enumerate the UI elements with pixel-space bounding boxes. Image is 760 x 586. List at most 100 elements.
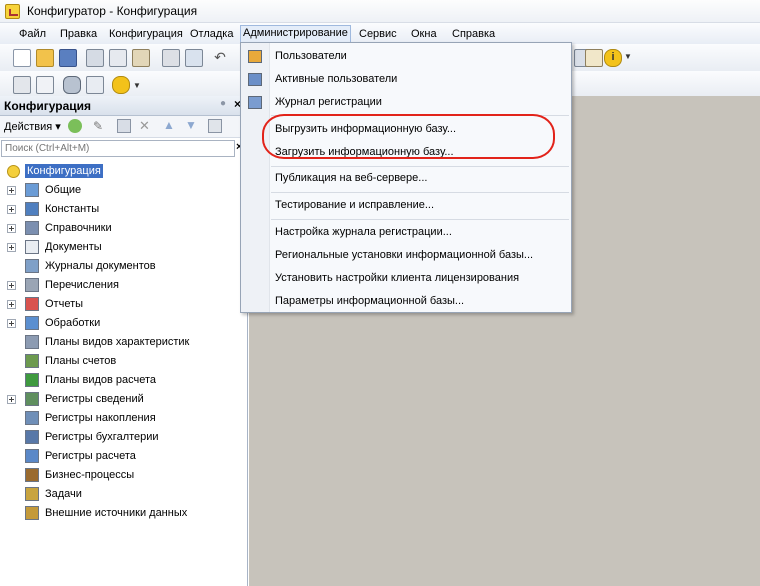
- copy-item-icon[interactable]: [117, 119, 131, 133]
- tree-item[interactable]: Бизнес-процессы: [0, 466, 248, 485]
- database-icon[interactable]: [63, 76, 81, 94]
- calculator-icon[interactable]: [36, 76, 54, 94]
- actions-menu[interactable]: Действия ▾: [4, 120, 61, 133]
- move-down-icon[interactable]: ▼: [185, 118, 197, 132]
- window-icon[interactable]: [13, 76, 31, 94]
- tree-item[interactable]: Регистры накопления: [0, 409, 248, 428]
- undo-icon[interactable]: ↶: [212, 49, 228, 65]
- expand-icon[interactable]: [7, 395, 16, 404]
- document-journals-icon: [25, 259, 39, 273]
- expand-icon[interactable]: [7, 300, 16, 309]
- search-input[interactable]: [2, 141, 236, 156]
- expand-icon[interactable]: [7, 319, 16, 328]
- tree-item[interactable]: Отчеты: [0, 295, 248, 314]
- add-icon[interactable]: [68, 119, 82, 133]
- edit-icon[interactable]: ✎: [93, 119, 107, 133]
- tree-item[interactable]: Регистры бухгалтерии: [0, 428, 248, 447]
- tree-item-label: Регистры сведений: [45, 393, 144, 405]
- move-up-icon[interactable]: ▲: [163, 118, 175, 132]
- delete-icon[interactable]: ✕: [139, 118, 150, 134]
- journal-icon: [248, 96, 262, 109]
- menu-separator: [271, 192, 569, 193]
- tree-item[interactable]: Планы видов расчета: [0, 371, 248, 390]
- open-folder-icon[interactable]: [36, 49, 54, 67]
- new-document-icon[interactable]: [13, 49, 31, 67]
- chevron-down-icon[interactable]: ▼: [133, 82, 141, 90]
- save-icon[interactable]: [59, 49, 77, 67]
- menu-configuration[interactable]: Конфигурация: [107, 26, 185, 42]
- menu-help[interactable]: Справка: [450, 26, 497, 42]
- print-icon[interactable]: [162, 49, 180, 67]
- search-box[interactable]: [1, 140, 236, 157]
- menu-edit[interactable]: Правка: [58, 26, 99, 42]
- tree-item[interactable]: Задачи: [0, 485, 248, 504]
- chevron-down-icon[interactable]: ▼: [624, 53, 632, 61]
- tree-root[interactable]: Конфигурация: [0, 162, 248, 181]
- menu-item-license-client-settings[interactable]: Установить настройки клиента лицензирова…: [241, 268, 571, 290]
- menu-administration[interactable]: Администрирование: [240, 25, 351, 43]
- accumulation-registers-icon: [25, 411, 39, 425]
- tree-item-label: Отчеты: [45, 298, 84, 310]
- information-registers-icon: [25, 392, 39, 406]
- tree-item[interactable]: Справочники: [0, 219, 248, 238]
- expand-icon[interactable]: [7, 224, 16, 233]
- menu-file[interactable]: Файл: [17, 26, 48, 42]
- expand-icon[interactable]: [7, 281, 16, 290]
- tree-item[interactable]: Журналы документов: [0, 257, 248, 276]
- tree-item[interactable]: Обработки: [0, 314, 248, 333]
- tree-item[interactable]: Документы: [0, 238, 248, 257]
- preview-icon[interactable]: [185, 49, 203, 67]
- run-debug-icon[interactable]: [112, 76, 130, 94]
- tree-item-label: Журналы документов: [45, 260, 156, 272]
- cut-icon[interactable]: [86, 49, 104, 67]
- enums-icon: [25, 278, 39, 292]
- expand-icon[interactable]: [7, 243, 16, 252]
- menu-item-active-users[interactable]: Активные пользователи: [241, 69, 571, 91]
- user-icon: [248, 50, 262, 63]
- menu-bar: Файл Правка Конфигурация Отладка Админис…: [0, 23, 760, 44]
- menu-item-label: Тестирование и исправление...: [275, 199, 435, 211]
- menu-item-label: Региональные установки информационной ба…: [275, 249, 534, 261]
- tree-item[interactable]: Планы видов характеристик: [0, 333, 248, 352]
- menu-windows[interactable]: Окна: [409, 26, 439, 42]
- business-processes-icon: [25, 468, 39, 482]
- menu-item-event-log-settings[interactable]: Настройка журнала регистрации...: [241, 222, 571, 244]
- menu-item-test-and-repair[interactable]: Тестирование и исправление...: [241, 195, 571, 217]
- tree-item[interactable]: Внешние источники данных: [0, 504, 248, 523]
- menu-item-label: Публикация на веб-сервере...: [275, 172, 428, 184]
- data-processors-icon: [25, 316, 39, 330]
- tree-item[interactable]: Константы: [0, 200, 248, 219]
- external-data-sources-icon: [25, 506, 39, 520]
- menu-item-web-publication[interactable]: Публикация на веб-сервере...: [241, 168, 571, 190]
- tree-item-label: Обработки: [45, 317, 101, 329]
- sort-icon[interactable]: [208, 119, 222, 133]
- tree-item[interactable]: Планы счетов: [0, 352, 248, 371]
- tree-item-label: Планы видов характеристик: [45, 336, 190, 348]
- tree-item[interactable]: Регистры расчета: [0, 447, 248, 466]
- menu-item-users[interactable]: Пользователи: [241, 46, 571, 68]
- expand-icon[interactable]: [7, 186, 16, 195]
- calculation-registers-icon: [25, 449, 39, 463]
- menu-item-event-log[interactable]: Журнал регистрации: [241, 92, 571, 114]
- tree-item[interactable]: Перечисления: [0, 276, 248, 295]
- expand-icon[interactable]: [7, 205, 16, 214]
- active-users-icon: [248, 73, 262, 86]
- menu-item-infobase-parameters[interactable]: Параметры информационной базы...: [241, 291, 571, 313]
- tasks-icon: [25, 487, 39, 501]
- paste-icon[interactable]: [132, 49, 150, 67]
- menu-debug[interactable]: Отладка: [188, 26, 235, 42]
- tree-item[interactable]: Регистры сведений: [0, 390, 248, 409]
- common-icon: [25, 183, 39, 197]
- menu-item-regional-settings[interactable]: Региональные установки информационной ба…: [241, 245, 571, 267]
- copy-icon[interactable]: [109, 49, 127, 67]
- info-icon[interactable]: i: [604, 49, 622, 67]
- tree-item-label: Задачи: [45, 488, 82, 500]
- tree-item-label: Общие: [45, 184, 82, 196]
- help-book-icon[interactable]: [585, 49, 603, 67]
- tree-item[interactable]: Общие: [0, 181, 248, 200]
- menu-service[interactable]: Сервис: [357, 26, 399, 42]
- pin-icon[interactable]: ●: [220, 98, 226, 109]
- tree-item-label: Регистры расчета: [45, 450, 136, 462]
- chart-of-calculation-types-icon: [25, 373, 39, 387]
- module-icon[interactable]: [86, 76, 104, 94]
